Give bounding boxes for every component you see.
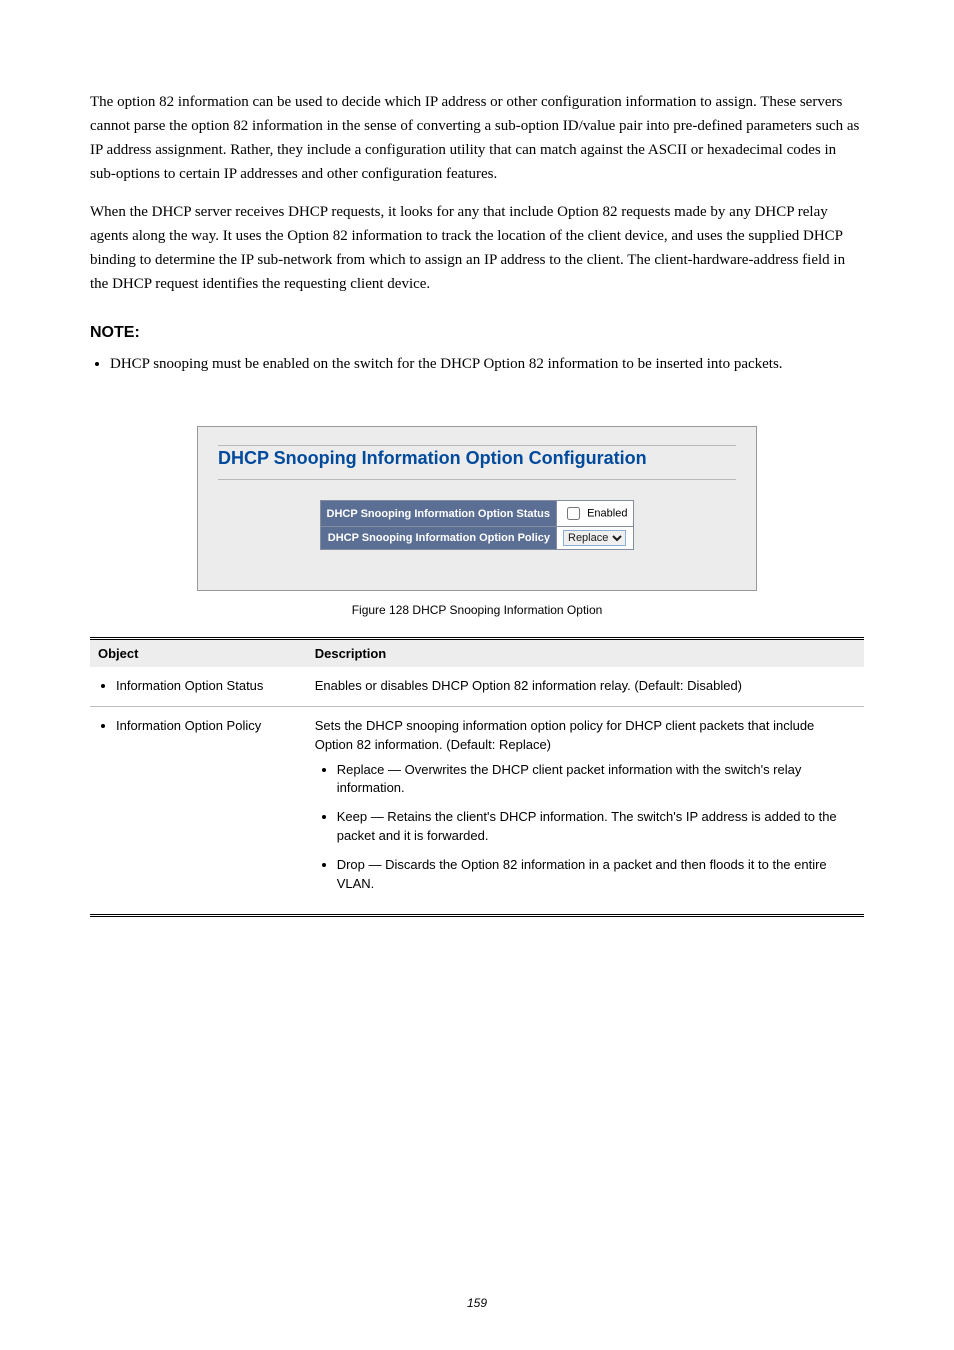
param-row2-obj: Information Option Policy (90, 706, 307, 915)
param-row2-desc-intro: Sets the DHCP snooping information optio… (315, 718, 815, 752)
intro-paragraph-2: When the DHCP server receives DHCP reque… (90, 200, 864, 296)
figure: DHCP Snooping Information Option Configu… (197, 426, 757, 617)
cfg-row-status-label: DHCP Snooping Information Option Status (320, 501, 556, 527)
param-row2-bullet-keep: Keep — Retains the client's DHCP informa… (337, 808, 856, 846)
figure-caption: Figure 128 DHCP Snooping Information Opt… (197, 603, 757, 617)
param-row2-obj-item: Information Option Policy (116, 717, 299, 736)
param-row2-bullet-drop: Drop — Discards the Option 82 informatio… (337, 856, 856, 894)
enabled-checkbox-label: Enabled (587, 507, 627, 519)
note-bullet: DHCP snooping must be enabled on the swi… (110, 352, 864, 376)
param-row1-desc: Enables or disables DHCP Option 82 infor… (307, 667, 864, 706)
param-row1-obj-item: Information Option Status (116, 677, 299, 696)
cfg-row-status-value: Enabled (557, 501, 634, 527)
param-row2-desc: Sets the DHCP snooping information optio… (307, 706, 864, 915)
param-row2-bullets: Replace — Overwrites the DHCP client pac… (315, 761, 856, 894)
cfg-row-policy-label: DHCP Snooping Information Option Policy (320, 527, 556, 550)
note-heading: NOTE: (90, 324, 864, 342)
param-table: Object Description Information Option St… (90, 637, 864, 917)
param-header-object: Object (90, 640, 307, 667)
note-list: DHCP snooping must be enabled on the swi… (110, 352, 864, 376)
enabled-checkbox[interactable] (567, 507, 580, 520)
page-number: 159 (0, 1296, 954, 1310)
param-header-description: Description (307, 640, 864, 667)
config-table: DHCP Snooping Information Option Status … (320, 500, 635, 550)
page: The option 82 information can be used to… (0, 0, 954, 1350)
figure-panel: DHCP Snooping Information Option Configu… (197, 426, 757, 591)
intro-paragraph-1: The option 82 information can be used to… (90, 90, 864, 186)
cfg-row-policy-value: Replace Keep Drop (557, 527, 634, 550)
policy-select[interactable]: Replace Keep Drop (563, 530, 626, 546)
param-row2-bullet-replace: Replace — Overwrites the DHCP client pac… (337, 761, 856, 799)
param-row1-obj: Information Option Status (90, 667, 307, 706)
figure-title: DHCP Snooping Information Option Configu… (218, 445, 736, 480)
